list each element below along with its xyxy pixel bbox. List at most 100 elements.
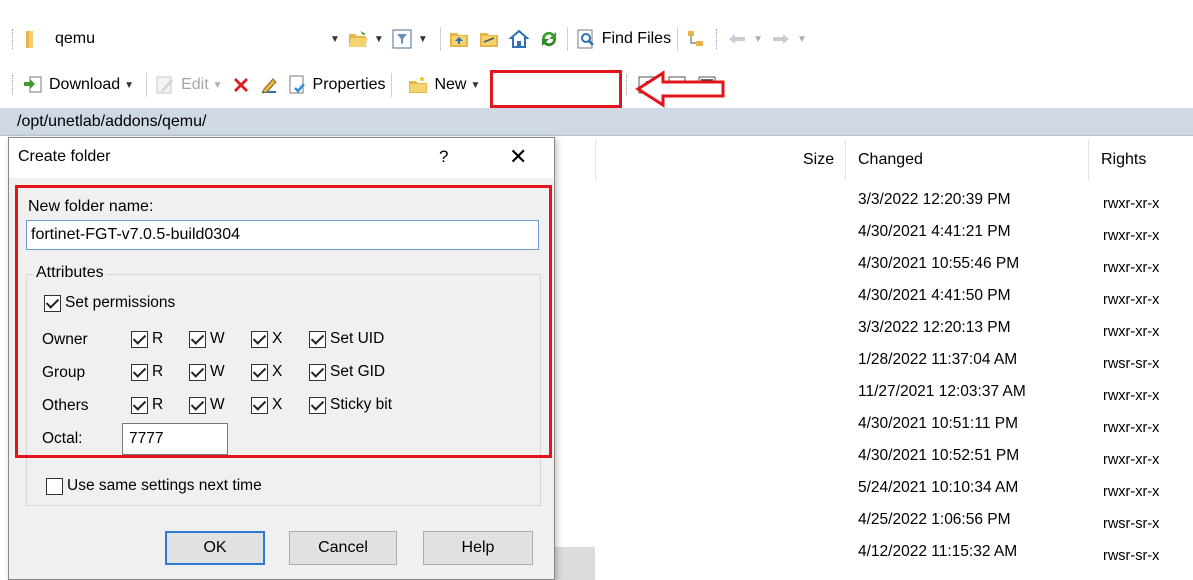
file-rights: rwxr-xr-x <box>1103 452 1160 468</box>
file-changed: 4/30/2021 4:41:21 PM <box>858 223 1011 240</box>
new-dropdown-arrow: ▼ <box>470 79 481 91</box>
refresh-icon[interactable] <box>537 27 561 51</box>
edit-dropdown: ▼ <box>212 79 223 91</box>
cancel-button[interactable]: Cancel <box>289 531 397 565</box>
close-icon[interactable]: ✕ <box>509 144 527 170</box>
file-changed: 4/30/2021 10:52:51 PM <box>858 447 1020 464</box>
remote-path-bar[interactable]: /opt/unetlab/addons/qemu/ <box>0 108 1193 136</box>
back-dropdown: ▼ <box>753 33 763 45</box>
properties-icon <box>285 73 309 97</box>
file-changed: 4/30/2021 4:41:50 PM <box>858 287 1011 304</box>
root-directory-icon[interactable] <box>477 27 501 51</box>
location-combo[interactable]: qemu <box>21 25 326 53</box>
file-rights: rwxr-xr-x <box>1103 484 1160 500</box>
toolbar-separator <box>439 27 441 51</box>
checkbox-box <box>46 477 63 495</box>
column-header-size[interactable]: Size <box>803 140 834 180</box>
edit-label: Edit <box>181 76 209 93</box>
file-changed: 1/28/2022 11:37:04 AM <box>858 351 1018 368</box>
forward-dropdown: ▼ <box>796 33 807 45</box>
find-files-label: Find Files <box>601 30 672 47</box>
file-rights: rwxr-xr-x <box>1103 420 1160 436</box>
file-row[interactable]: 4/30/2021 10:51:11 PM rwxr-xr-x <box>555 410 1193 442</box>
new-button-highlight <box>490 70 622 108</box>
new-button[interactable]: New ▼ <box>406 73 486 97</box>
toolbar-separator <box>146 73 148 97</box>
red-arrow-icon <box>635 70 725 108</box>
location-dropdown-arrow[interactable]: ▼ <box>330 34 340 45</box>
file-changed: 4/30/2021 10:55:46 PM <box>858 255 1020 272</box>
help-icon[interactable]: ? <box>439 147 448 167</box>
new-label: New <box>434 76 467 93</box>
file-row[interactable]: 4/30/2021 4:41:50 PM rwxr-xr-x <box>555 282 1193 314</box>
dialog-titlebar[interactable]: Create folder ? ✕ <box>9 138 554 178</box>
rename-icon[interactable] <box>257 73 281 97</box>
file-row[interactable]: 4/30/2021 10:52:51 PM rwxr-xr-x <box>555 442 1193 474</box>
file-rights: rwxr-xr-x <box>1103 260 1160 276</box>
download-icon <box>21 73 45 97</box>
file-changed: 4/12/2022 11:15:32 AM <box>858 543 1018 560</box>
file-row[interactable]: 1/28/2022 11:37:04 AM rwsr-sr-x <box>555 346 1193 378</box>
file-row[interactable]: 3/3/2022 12:20:13 PM rwxr-xr-x <box>555 314 1193 346</box>
file-row[interactable]: 5/24/2021 10:10:34 AM rwxr-xr-x <box>555 474 1193 506</box>
new-folder-icon <box>406 73 430 97</box>
column-separator[interactable] <box>595 140 596 180</box>
filter-icon[interactable] <box>390 27 414 51</box>
file-changed: 5/24/2021 10:10:34 AM <box>858 479 1019 496</box>
toolbar-separator <box>677 27 679 51</box>
file-row[interactable]: 3/3/2022 12:20:39 PM rwxr-xr-x <box>555 186 1193 218</box>
file-changed: 3/3/2022 12:20:39 PM <box>858 191 1011 208</box>
folder-icon <box>21 27 45 51</box>
ok-button[interactable]: OK <box>165 531 265 565</box>
location-text: qemu <box>55 30 96 47</box>
form-highlight <box>15 185 552 458</box>
file-rights: rwxr-xr-x <box>1103 292 1160 308</box>
file-changed: 11/27/2021 12:03:37 AM <box>858 383 1026 400</box>
download-label: Download <box>49 76 121 93</box>
properties-button[interactable]: Properties <box>285 73 386 97</box>
toolbar-separator <box>391 73 393 97</box>
column-separator[interactable] <box>845 140 846 180</box>
file-row[interactable]: 11/27/2021 12:03:37 AM rwxr-xr-x <box>555 378 1193 410</box>
tree-view-icon[interactable] <box>684 27 708 51</box>
use-same-settings-label: Use same settings next time <box>67 477 262 494</box>
find-files-icon <box>574 27 598 51</box>
file-changed: 3/3/2022 12:20:13 PM <box>858 319 1011 336</box>
file-row[interactable]: 4/12/2022 11:15:32 AM rwsr-sr-x <box>555 538 1193 570</box>
file-changed: 4/30/2021 10:51:11 PM <box>858 415 1019 432</box>
properties-label: Properties <box>312 76 386 93</box>
filter-dropdown[interactable]: ▼ <box>418 34 428 45</box>
use-same-settings-checkbox[interactable]: Use same settings next time <box>46 477 262 495</box>
delete-icon[interactable] <box>229 73 253 97</box>
toolbar-separator <box>566 27 568 51</box>
file-rights: rwsr-sr-x <box>1103 548 1160 564</box>
toolbar-grip[interactable] <box>626 75 629 95</box>
file-row[interactable]: 4/30/2021 4:41:21 PM rwxr-xr-x <box>555 218 1193 250</box>
parent-directory-icon[interactable] <box>447 27 471 51</box>
toolbar-grip[interactable] <box>716 29 719 49</box>
column-header-changed[interactable]: Changed <box>858 140 923 180</box>
toolbar-grip[interactable] <box>12 75 15 95</box>
help-button[interactable]: Help <box>423 531 533 565</box>
file-row[interactable]: 4/25/2022 1:06:56 PM rwsr-sr-x <box>555 506 1193 538</box>
column-header-rights[interactable]: Rights <box>1101 140 1146 180</box>
file-rights: rwsr-sr-x <box>1103 516 1160 532</box>
open-folder-dropdown[interactable]: ▼ <box>374 34 384 45</box>
file-rights: rwxr-xr-x <box>1103 228 1160 244</box>
open-folder-icon[interactable] <box>346 27 370 51</box>
forward-icon <box>769 27 793 51</box>
file-rights: rwsr-sr-x <box>1103 356 1160 372</box>
download-dropdown[interactable]: ▼ <box>124 80 134 91</box>
toolbar-grip[interactable] <box>12 29 15 49</box>
find-files-button[interactable]: Find Files <box>574 27 671 51</box>
file-changed: 4/25/2022 1:06:56 PM <box>858 511 1011 528</box>
toolbar-navigation: qemu ▼ ▼ ▼ Find Files ▼ ▼ <box>0 22 1193 56</box>
file-rights: rwxr-xr-x <box>1103 196 1160 212</box>
name-column-selection <box>555 547 595 580</box>
column-separator[interactable] <box>1088 140 1089 180</box>
home-icon[interactable] <box>507 27 531 51</box>
back-icon <box>725 27 749 51</box>
download-button[interactable]: Download <box>21 73 120 97</box>
file-row[interactable]: 4/30/2021 10:55:46 PM rwxr-xr-x <box>555 250 1193 282</box>
dialog-title: Create folder <box>18 148 111 165</box>
